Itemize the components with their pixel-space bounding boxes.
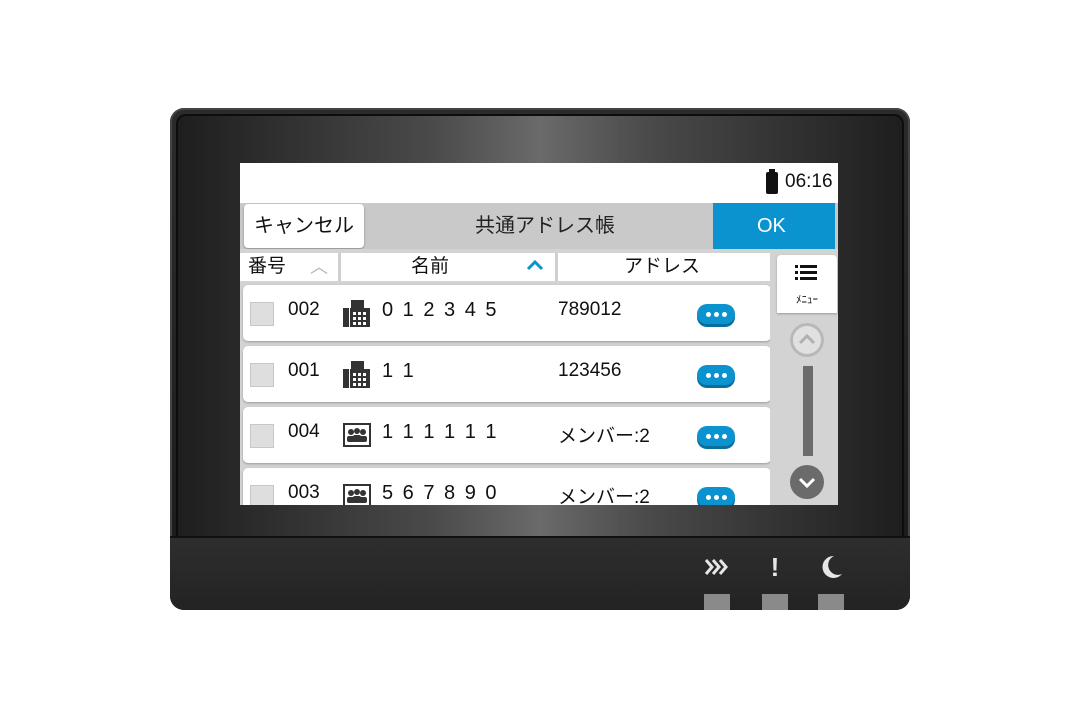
column-header-address[interactable]: アドレス bbox=[558, 253, 770, 281]
attention-led bbox=[762, 594, 788, 610]
column-header-name[interactable]: 名前 bbox=[341, 253, 558, 281]
energy-saver-icon bbox=[816, 552, 846, 588]
page-title: 共通アドレス帳 bbox=[475, 215, 615, 237]
entry-name: 5 6 7 8 9 0 bbox=[382, 482, 499, 504]
row-checkbox[interactable] bbox=[250, 424, 274, 448]
group-icon bbox=[343, 423, 371, 447]
entry-name: 1 1 bbox=[382, 360, 416, 382]
chevron-down-icon bbox=[798, 477, 816, 489]
entry-number: 004 bbox=[288, 421, 320, 442]
chevron-up-icon bbox=[798, 333, 816, 345]
clock: 06:16 bbox=[785, 171, 833, 192]
list-item[interactable]: 001 1 1 123456 bbox=[243, 346, 771, 402]
entry-name: 0 1 2 3 4 5 bbox=[382, 299, 499, 321]
cancel-button[interactable]: キャンセル bbox=[244, 204, 364, 248]
sidebar: ﾒﾆｭｰ bbox=[770, 249, 838, 505]
processing-led bbox=[704, 594, 730, 610]
entry-address: 123456 bbox=[558, 360, 622, 381]
detail-button[interactable] bbox=[697, 426, 735, 446]
entry-name: 1 1 1 1 1 1 bbox=[382, 421, 499, 443]
column-header-row: 番号 ︿ 名前 アドレス bbox=[240, 253, 770, 281]
column-header-number[interactable]: 番号 ︿ bbox=[240, 253, 341, 281]
column-address-label: アドレス bbox=[624, 256, 701, 277]
list-item[interactable]: 002 0 1 2 3 4 5 789012 bbox=[243, 285, 771, 341]
row-checkbox[interactable] bbox=[250, 485, 274, 505]
scrollbar[interactable] bbox=[803, 366, 813, 456]
scroll-up-button[interactable] bbox=[790, 323, 824, 357]
ok-button[interactable]: OK bbox=[713, 203, 835, 249]
scroll-down-button[interactable] bbox=[790, 465, 824, 499]
menu-button[interactable]: ﾒﾆｭｰ bbox=[777, 255, 837, 313]
control-panel bbox=[170, 536, 910, 610]
battery-icon bbox=[766, 169, 778, 194]
detail-button[interactable] bbox=[697, 304, 735, 324]
entry-number: 002 bbox=[288, 299, 320, 320]
row-checkbox[interactable] bbox=[250, 363, 274, 387]
column-number-label: 番号 bbox=[248, 256, 287, 277]
touch-screen: 06:16 キャンセル 共通アドレス帳 OK 番号 ︿ 名前 アドレス 002 bbox=[240, 163, 838, 505]
row-checkbox[interactable] bbox=[250, 302, 274, 326]
fax-icon bbox=[343, 361, 370, 388]
address-list: 番号 ︿ 名前 アドレス 002 0 1 2 3 4 5 789012 001 … bbox=[240, 249, 771, 505]
attention-icon: ! bbox=[770, 552, 780, 582]
fax-icon bbox=[343, 300, 370, 327]
entry-address: 789012 bbox=[558, 299, 622, 320]
list-menu-icon bbox=[795, 265, 817, 280]
entry-number: 001 bbox=[288, 360, 320, 381]
status-bar: 06:16 bbox=[240, 163, 838, 201]
sort-ascending-icon: ︿ bbox=[310, 257, 328, 277]
menu-label: ﾒﾆｭｰ bbox=[796, 294, 818, 306]
group-icon bbox=[343, 484, 371, 505]
energy-saver-led bbox=[818, 594, 844, 610]
processing-icon bbox=[702, 552, 732, 590]
list-item[interactable]: 004 1 1 1 1 1 1 メンバー:2 bbox=[243, 407, 771, 463]
column-name-label: 名前 bbox=[411, 256, 450, 277]
detail-button[interactable] bbox=[697, 365, 735, 385]
entry-address: メンバー:2 bbox=[558, 426, 650, 447]
entry-address: メンバー:2 bbox=[558, 487, 650, 505]
list-item[interactable]: 003 5 6 7 8 9 0 メンバー:2 bbox=[243, 468, 771, 505]
detail-button[interactable] bbox=[697, 487, 735, 505]
entry-number: 003 bbox=[288, 482, 320, 503]
title-bar: キャンセル 共通アドレス帳 OK bbox=[240, 203, 838, 249]
sort-active-icon bbox=[525, 252, 545, 280]
